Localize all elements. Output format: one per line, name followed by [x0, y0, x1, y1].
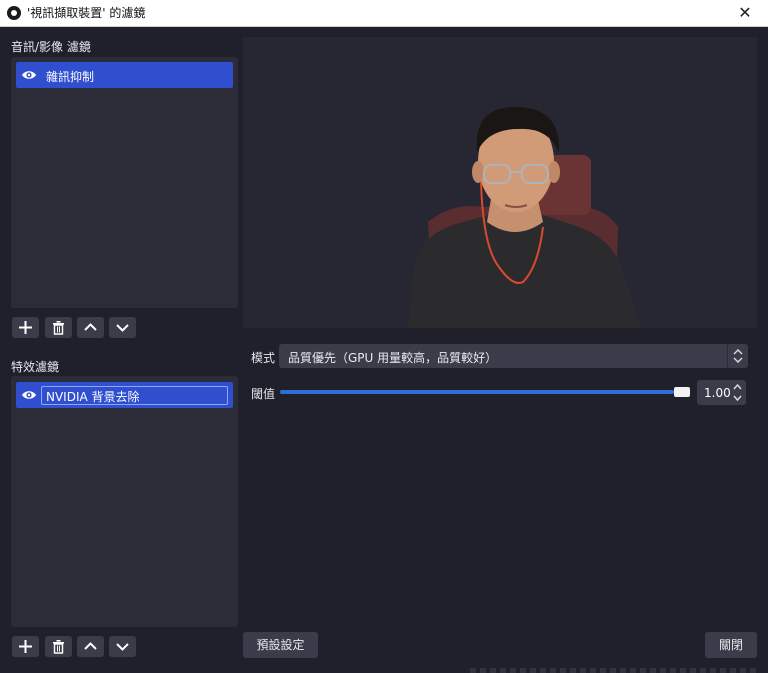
- mode-select-value: 品質優先（GPU 用量較高，品質較好）: [288, 351, 498, 365]
- move-effect-filter-down-button[interactable]: [109, 636, 136, 657]
- plus-icon: [19, 321, 32, 334]
- filter-item-noise-suppression[interactable]: 雜訊抑制: [16, 62, 233, 88]
- move-filter-up-button[interactable]: [77, 317, 104, 338]
- plus-icon: [19, 640, 32, 653]
- chevron-up-icon: [84, 642, 97, 650]
- eye-icon[interactable]: [21, 388, 37, 402]
- mode-select[interactable]: 品質優先（GPU 用量較高，品質較好）: [279, 344, 748, 368]
- defaults-button[interactable]: 預設設定: [243, 632, 318, 658]
- filter-item-nvidia-background-removal[interactable]: NVIDIA 背景去除: [16, 382, 233, 408]
- title-bar: '視訊擷取裝置' 的濾鏡 ✕: [0, 0, 768, 27]
- window-close-button[interactable]: ✕: [722, 0, 768, 26]
- filters-window: '視訊擷取裝置' 的濾鏡 ✕ 音訊/影像 濾鏡 雜訊抑制 特效濾鏡 NVIDIA…: [0, 0, 768, 673]
- threshold-label: 閾值: [251, 387, 276, 401]
- chevron-down-icon: [116, 643, 129, 651]
- threshold-slider-track[interactable]: [280, 390, 674, 394]
- threshold-slider-handle[interactable]: [674, 387, 690, 397]
- remove-effect-filter-button[interactable]: [45, 636, 72, 657]
- filter-item-label: 雜訊抑制: [46, 70, 95, 84]
- spin-down-icon[interactable]: [733, 394, 742, 402]
- video-preview: [243, 37, 757, 328]
- spin-up-icon[interactable]: [733, 383, 742, 391]
- threshold-spinbox[interactable]: 1.00: [697, 380, 746, 405]
- trash-icon: [53, 321, 64, 335]
- move-filter-down-button[interactable]: [109, 317, 136, 338]
- trash-icon: [53, 640, 64, 654]
- close-button[interactable]: 關閉: [705, 632, 757, 658]
- filter-item-label: NVIDIA 背景去除: [46, 390, 140, 404]
- threshold-value: 1.00: [704, 386, 731, 400]
- mode-label: 模式: [251, 351, 276, 365]
- obs-app-icon: [7, 6, 21, 20]
- status-bar-remnant: [470, 668, 760, 673]
- select-arrows-icon: [727, 344, 748, 368]
- chevron-up-icon: [84, 323, 97, 331]
- move-effect-filter-up-button[interactable]: [77, 636, 104, 657]
- add-filter-button[interactable]: [12, 317, 39, 338]
- audio-video-filters-label: 音訊/影像 濾鏡: [11, 40, 91, 54]
- person-preview-image: [408, 107, 641, 328]
- remove-filter-button[interactable]: [45, 317, 72, 338]
- window-title: '視訊擷取裝置' 的濾鏡: [27, 6, 146, 20]
- eye-icon[interactable]: [21, 68, 37, 82]
- chevron-down-icon: [116, 324, 129, 332]
- audio-video-filters-list[interactable]: 雜訊抑制: [11, 57, 238, 308]
- add-effect-filter-button[interactable]: [12, 636, 39, 657]
- effect-filters-list[interactable]: NVIDIA 背景去除: [11, 376, 238, 627]
- effect-filters-label: 特效濾鏡: [11, 360, 60, 374]
